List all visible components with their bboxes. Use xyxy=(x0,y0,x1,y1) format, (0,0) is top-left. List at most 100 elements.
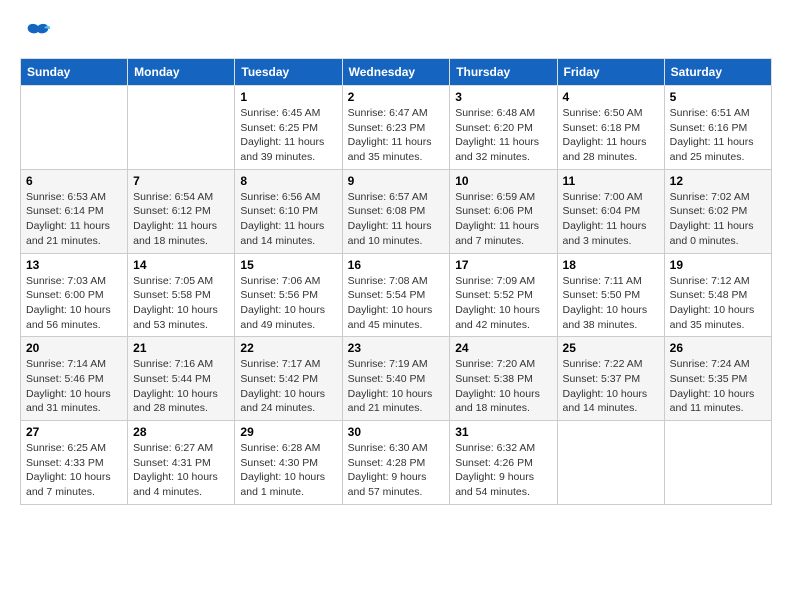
day-number: 15 xyxy=(240,258,336,272)
day-detail: Sunrise: 6:50 AM Sunset: 6:18 PM Dayligh… xyxy=(563,106,659,165)
day-number: 21 xyxy=(133,341,229,355)
day-detail: Sunrise: 6:25 AM Sunset: 4:33 PM Dayligh… xyxy=(26,441,122,500)
calendar-cell: 21 Sunrise: 7:16 AM Sunset: 5:44 PM Dayli… xyxy=(128,337,235,421)
calendar-cell: 29 Sunrise: 6:28 AM Sunset: 4:30 PM Dayli… xyxy=(235,421,342,505)
calendar-cell: 31 Sunrise: 6:32 AM Sunset: 4:26 PM Dayli… xyxy=(450,421,557,505)
calendar-cell xyxy=(557,421,664,505)
day-number: 28 xyxy=(133,425,229,439)
day-number: 7 xyxy=(133,174,229,188)
calendar-cell: 30 Sunrise: 6:30 AM Sunset: 4:28 PM Dayli… xyxy=(342,421,450,505)
day-detail: Sunrise: 6:59 AM Sunset: 6:06 PM Dayligh… xyxy=(455,190,551,249)
calendar-week-row: 13Sunrise: 7:03 AM Sunset: 6:00 PM Dayli… xyxy=(21,253,772,337)
calendar-cell: 24 Sunrise: 7:20 AM Sunset: 5:38 PM Dayli… xyxy=(450,337,557,421)
calendar-cell: 26 Sunrise: 7:24 AM Sunset: 5:35 PM Dayli… xyxy=(664,337,771,421)
day-number: 24 xyxy=(455,341,551,355)
day-number: 27 xyxy=(26,425,122,439)
day-number: 18 xyxy=(563,258,659,272)
weekday-header-tuesday: Tuesday xyxy=(235,59,342,86)
day-number: 8 xyxy=(240,174,336,188)
day-number: 1 xyxy=(240,90,336,104)
day-detail: Sunrise: 6:54 AM Sunset: 6:12 PM Dayligh… xyxy=(133,190,229,249)
day-number: 16 xyxy=(348,258,445,272)
calendar-cell: 25 Sunrise: 7:22 AM Sunset: 5:37 PM Dayli… xyxy=(557,337,664,421)
day-detail: Sunrise: 6:30 AM Sunset: 4:28 PM Dayligh… xyxy=(348,441,445,500)
day-detail: Sunrise: 7:11 AM Sunset: 5:50 PM Dayligh… xyxy=(563,274,659,333)
day-detail: Sunrise: 7:19 AM Sunset: 5:40 PM Dayligh… xyxy=(348,357,445,416)
calendar-body: 1Sunrise: 6:45 AM Sunset: 6:25 PM Daylig… xyxy=(21,86,772,505)
calendar-cell: 14Sunrise: 7:05 AM Sunset: 5:58 PM Dayli… xyxy=(128,253,235,337)
day-number: 11 xyxy=(563,174,659,188)
day-detail: Sunrise: 7:09 AM Sunset: 5:52 PM Dayligh… xyxy=(455,274,551,333)
day-detail: Sunrise: 7:00 AM Sunset: 6:04 PM Dayligh… xyxy=(563,190,659,249)
day-number: 4 xyxy=(563,90,659,104)
day-number: 30 xyxy=(348,425,445,439)
calendar-cell: 2Sunrise: 6:47 AM Sunset: 6:23 PM Daylig… xyxy=(342,86,450,170)
day-detail: Sunrise: 6:57 AM Sunset: 6:08 PM Dayligh… xyxy=(348,190,445,249)
day-number: 14 xyxy=(133,258,229,272)
calendar-cell: 19 Sunrise: 7:12 AM Sunset: 5:48 PM Dayli… xyxy=(664,253,771,337)
calendar-cell xyxy=(21,86,128,170)
calendar-cell: 16 Sunrise: 7:08 AM Sunset: 5:54 PM Dayli… xyxy=(342,253,450,337)
day-detail: Sunrise: 7:24 AM Sunset: 5:35 PM Dayligh… xyxy=(670,357,766,416)
day-detail: Sunrise: 7:12 AM Sunset: 5:48 PM Dayligh… xyxy=(670,274,766,333)
calendar-cell: 18 Sunrise: 7:11 AM Sunset: 5:50 PM Dayli… xyxy=(557,253,664,337)
day-detail: Sunrise: 6:47 AM Sunset: 6:23 PM Dayligh… xyxy=(348,106,445,165)
calendar-header-row: SundayMondayTuesdayWednesdayThursdayFrid… xyxy=(21,59,772,86)
day-detail: Sunrise: 7:17 AM Sunset: 5:42 PM Dayligh… xyxy=(240,357,336,416)
calendar-cell: 1Sunrise: 6:45 AM Sunset: 6:25 PM Daylig… xyxy=(235,86,342,170)
day-number: 12 xyxy=(670,174,766,188)
calendar-table: SundayMondayTuesdayWednesdayThursdayFrid… xyxy=(20,58,772,505)
day-detail: Sunrise: 6:27 AM Sunset: 4:31 PM Dayligh… xyxy=(133,441,229,500)
day-number: 26 xyxy=(670,341,766,355)
calendar-cell xyxy=(128,86,235,170)
calendar-cell: 5Sunrise: 6:51 AM Sunset: 6:16 PM Daylig… xyxy=(664,86,771,170)
calendar-week-row: 20Sunrise: 7:14 AM Sunset: 5:46 PM Dayli… xyxy=(21,337,772,421)
day-number: 23 xyxy=(348,341,445,355)
day-number: 29 xyxy=(240,425,336,439)
day-number: 13 xyxy=(26,258,122,272)
day-detail: Sunrise: 7:22 AM Sunset: 5:37 PM Dayligh… xyxy=(563,357,659,416)
day-detail: Sunrise: 6:53 AM Sunset: 6:14 PM Dayligh… xyxy=(26,190,122,249)
calendar-cell: 17Sunrise: 7:09 AM Sunset: 5:52 PM Dayli… xyxy=(450,253,557,337)
day-number: 10 xyxy=(455,174,551,188)
calendar-cell: 9 Sunrise: 6:57 AM Sunset: 6:08 PM Daylig… xyxy=(342,169,450,253)
weekday-header-thursday: Thursday xyxy=(450,59,557,86)
logo-bird-icon xyxy=(24,20,52,48)
day-detail: Sunrise: 7:02 AM Sunset: 6:02 PM Dayligh… xyxy=(670,190,766,249)
day-number: 25 xyxy=(563,341,659,355)
day-detail: Sunrise: 7:16 AM Sunset: 5:44 PM Dayligh… xyxy=(133,357,229,416)
day-number: 3 xyxy=(455,90,551,104)
day-detail: Sunrise: 7:08 AM Sunset: 5:54 PM Dayligh… xyxy=(348,274,445,333)
day-detail: Sunrise: 6:28 AM Sunset: 4:30 PM Dayligh… xyxy=(240,441,336,500)
day-number: 5 xyxy=(670,90,766,104)
day-detail: Sunrise: 6:32 AM Sunset: 4:26 PM Dayligh… xyxy=(455,441,551,500)
calendar-cell: 28 Sunrise: 6:27 AM Sunset: 4:31 PM Dayli… xyxy=(128,421,235,505)
weekday-header-sunday: Sunday xyxy=(21,59,128,86)
calendar-week-row: 1Sunrise: 6:45 AM Sunset: 6:25 PM Daylig… xyxy=(21,86,772,170)
day-number: 31 xyxy=(455,425,551,439)
calendar-cell: 8Sunrise: 6:56 AM Sunset: 6:10 PM Daylig… xyxy=(235,169,342,253)
calendar-cell: 12 Sunrise: 7:02 AM Sunset: 6:02 PM Dayli… xyxy=(664,169,771,253)
calendar-cell: 22 Sunrise: 7:17 AM Sunset: 5:42 PM Dayli… xyxy=(235,337,342,421)
day-detail: Sunrise: 7:14 AM Sunset: 5:46 PM Dayligh… xyxy=(26,357,122,416)
calendar-week-row: 27 Sunrise: 6:25 AM Sunset: 4:33 PM Dayli… xyxy=(21,421,772,505)
day-number: 9 xyxy=(348,174,445,188)
calendar-cell: 4 Sunrise: 6:50 AM Sunset: 6:18 PM Daylig… xyxy=(557,86,664,170)
day-number: 19 xyxy=(670,258,766,272)
weekday-header-friday: Friday xyxy=(557,59,664,86)
calendar-cell: 7 Sunrise: 6:54 AM Sunset: 6:12 PM Daylig… xyxy=(128,169,235,253)
weekday-header-wednesday: Wednesday xyxy=(342,59,450,86)
day-detail: Sunrise: 7:06 AM Sunset: 5:56 PM Dayligh… xyxy=(240,274,336,333)
day-detail: Sunrise: 6:48 AM Sunset: 6:20 PM Dayligh… xyxy=(455,106,551,165)
day-number: 22 xyxy=(240,341,336,355)
calendar-cell: 13Sunrise: 7:03 AM Sunset: 6:00 PM Dayli… xyxy=(21,253,128,337)
calendar-cell: 10 Sunrise: 6:59 AM Sunset: 6:06 PM Dayli… xyxy=(450,169,557,253)
calendar-cell xyxy=(664,421,771,505)
calendar-cell: 27 Sunrise: 6:25 AM Sunset: 4:33 PM Dayli… xyxy=(21,421,128,505)
calendar-cell: 6Sunrise: 6:53 AM Sunset: 6:14 PM Daylig… xyxy=(21,169,128,253)
weekday-header-saturday: Saturday xyxy=(664,59,771,86)
page-header xyxy=(20,20,772,48)
logo xyxy=(20,20,52,48)
day-detail: Sunrise: 7:20 AM Sunset: 5:38 PM Dayligh… xyxy=(455,357,551,416)
calendar-cell: 11 Sunrise: 7:00 AM Sunset: 6:04 PM Dayli… xyxy=(557,169,664,253)
